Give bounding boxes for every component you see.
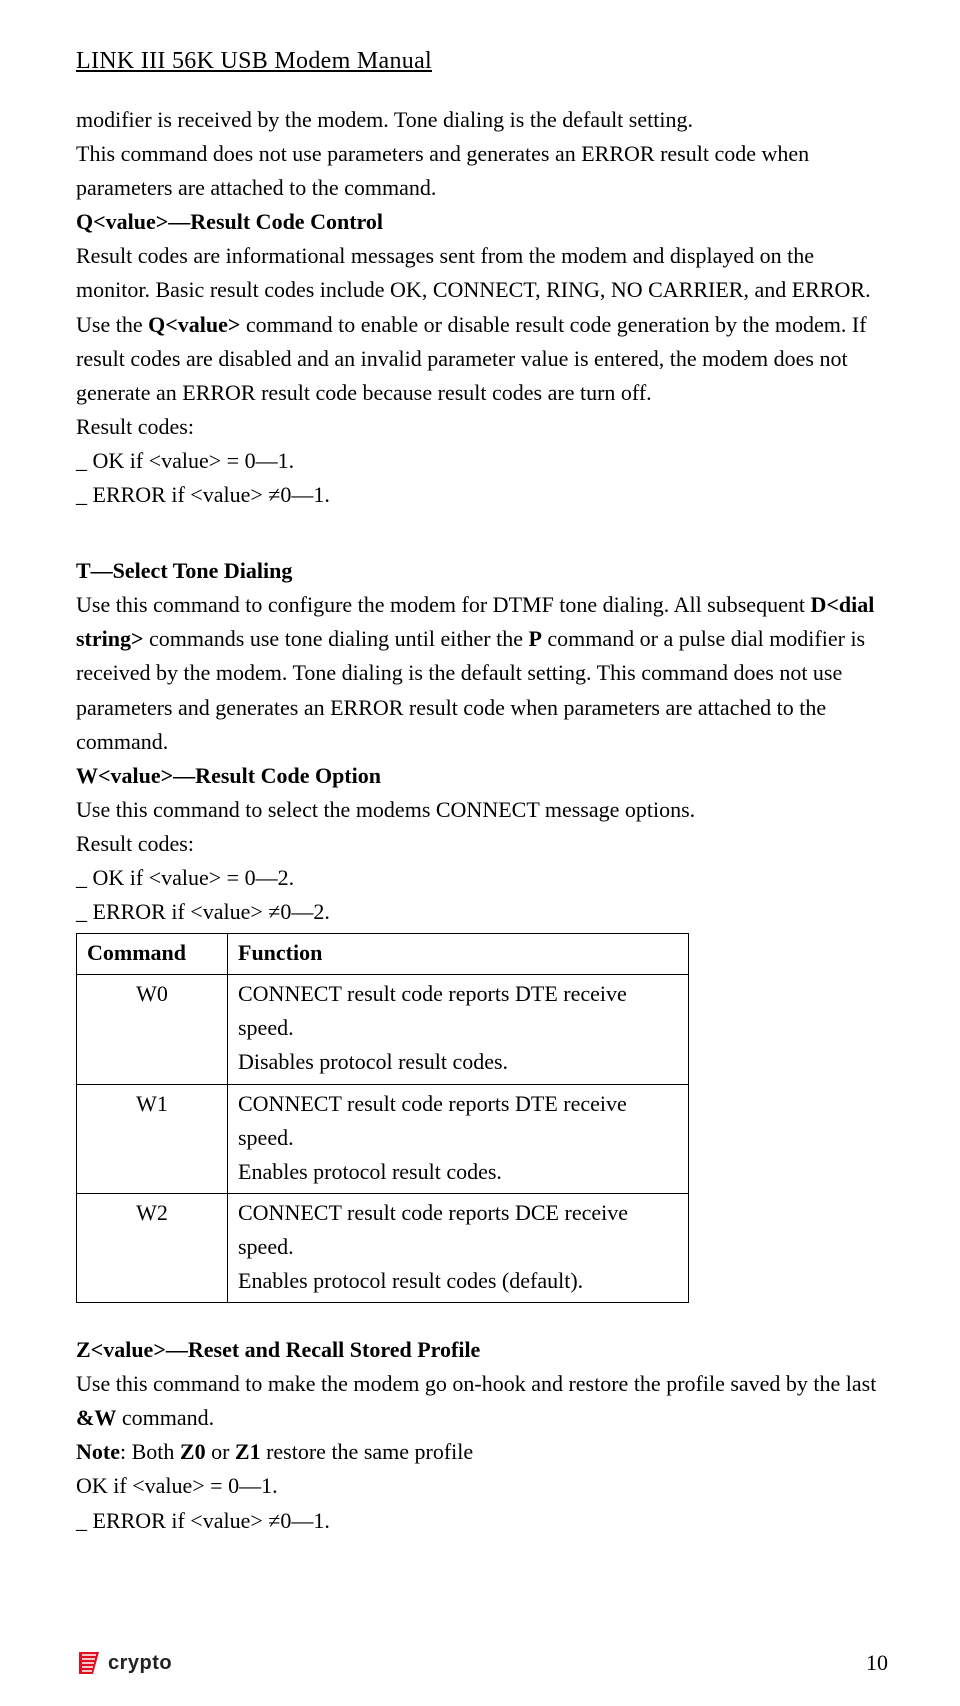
col-function: Function [228, 934, 689, 975]
table-row: W0 CONNECT result code reports DTE recei… [77, 975, 689, 1084]
fn-line1: CONNECT result code reports DTE receive … [238, 1091, 627, 1150]
para-modifier-2: This command does not use parameters and… [76, 137, 888, 205]
fn-line2: Disables protocol result codes. [238, 1049, 508, 1074]
z-ok: OK if <value> = 0—1. [76, 1469, 888, 1503]
z-body-c: command. [116, 1405, 214, 1430]
z-note-e: Z1 [235, 1439, 261, 1464]
page-number: 10 [866, 1650, 888, 1676]
w-rc-err: _ ERROR if <value> ≠0—2. [76, 895, 888, 929]
t-body-d: P [528, 626, 541, 651]
q-heading: Q<value>—Result Code Control [76, 205, 888, 239]
footer: crypto 10 [76, 1650, 888, 1676]
z-note-c: Z0 [180, 1439, 206, 1464]
cell-cmd: W2 [77, 1193, 228, 1302]
fn-line2: Enables protocol result codes (default). [238, 1268, 583, 1293]
w-rc-ok: _ OK if <value> = 0—2. [76, 861, 888, 895]
fn-line1: CONNECT result code reports DTE receive … [238, 981, 627, 1040]
cell-fn: CONNECT result code reports DTE receive … [228, 1084, 689, 1193]
t-body-a: Use this command to configure the modem … [76, 592, 810, 617]
table-row: W2 CONNECT result code reports DCE recei… [77, 1193, 689, 1302]
q-rc-err: _ ERROR if <value> ≠0—1. [76, 478, 888, 512]
z-heading: Z<value>—Reset and Recall Stored Profile [76, 1333, 888, 1367]
cell-fn: CONNECT result code reports DCE receive … [228, 1193, 689, 1302]
z-err: _ ERROR if <value> ≠0—1. [76, 1504, 888, 1538]
z-note-b: : Both [120, 1439, 180, 1464]
z-note-d: or [206, 1439, 235, 1464]
w-table: Command Function W0 CONNECT result code … [76, 933, 689, 1303]
q-rc-ok: _ OK if <value> = 0—1. [76, 444, 888, 478]
t-body: Use this command to configure the modem … [76, 588, 888, 758]
z-body-b: &W [76, 1405, 116, 1430]
table-row: W1 CONNECT result code reports DTE recei… [77, 1084, 689, 1193]
cell-fn: CONNECT result code reports DTE receive … [228, 975, 689, 1084]
z-note-f: restore the same profile [261, 1439, 474, 1464]
col-command: Command [77, 934, 228, 975]
t-heading: T—Select Tone Dialing [76, 554, 888, 588]
cell-cmd: W1 [77, 1084, 228, 1193]
doc-header: LINK III 56K USB Modem Manual [76, 48, 888, 75]
cell-cmd: W0 [77, 975, 228, 1084]
q-body: Result codes are informational messages … [76, 239, 888, 409]
para-modifier-1: modifier is received by the modem. Tone … [76, 103, 888, 137]
w-heading: W<value>—Result Code Option [76, 759, 888, 793]
z-body: Use this command to make the modem go on… [76, 1367, 888, 1435]
z-note: Note: Both Z0 or Z1 restore the same pro… [76, 1435, 888, 1469]
fn-line1: CONNECT result code reports DCE receive … [238, 1200, 628, 1259]
q-body-b: Q<value> [148, 312, 240, 337]
z-body-a: Use this command to make the modem go on… [76, 1371, 876, 1396]
crypto-mark-icon [76, 1650, 102, 1676]
q-rc-label: Result codes: [76, 410, 888, 444]
fn-line2: Enables protocol result codes. [238, 1159, 502, 1184]
table-header-row: Command Function [77, 934, 689, 975]
w-body: Use this command to select the modems CO… [76, 793, 888, 827]
t-body-c: commands use tone dialing until either t… [144, 626, 529, 651]
brand-name: crypto [108, 1652, 172, 1675]
z-note-a: Note [76, 1439, 120, 1464]
brand-logo: crypto [76, 1650, 172, 1676]
body: modifier is received by the modem. Tone … [76, 103, 888, 1538]
w-rc-label: Result codes: [76, 827, 888, 861]
